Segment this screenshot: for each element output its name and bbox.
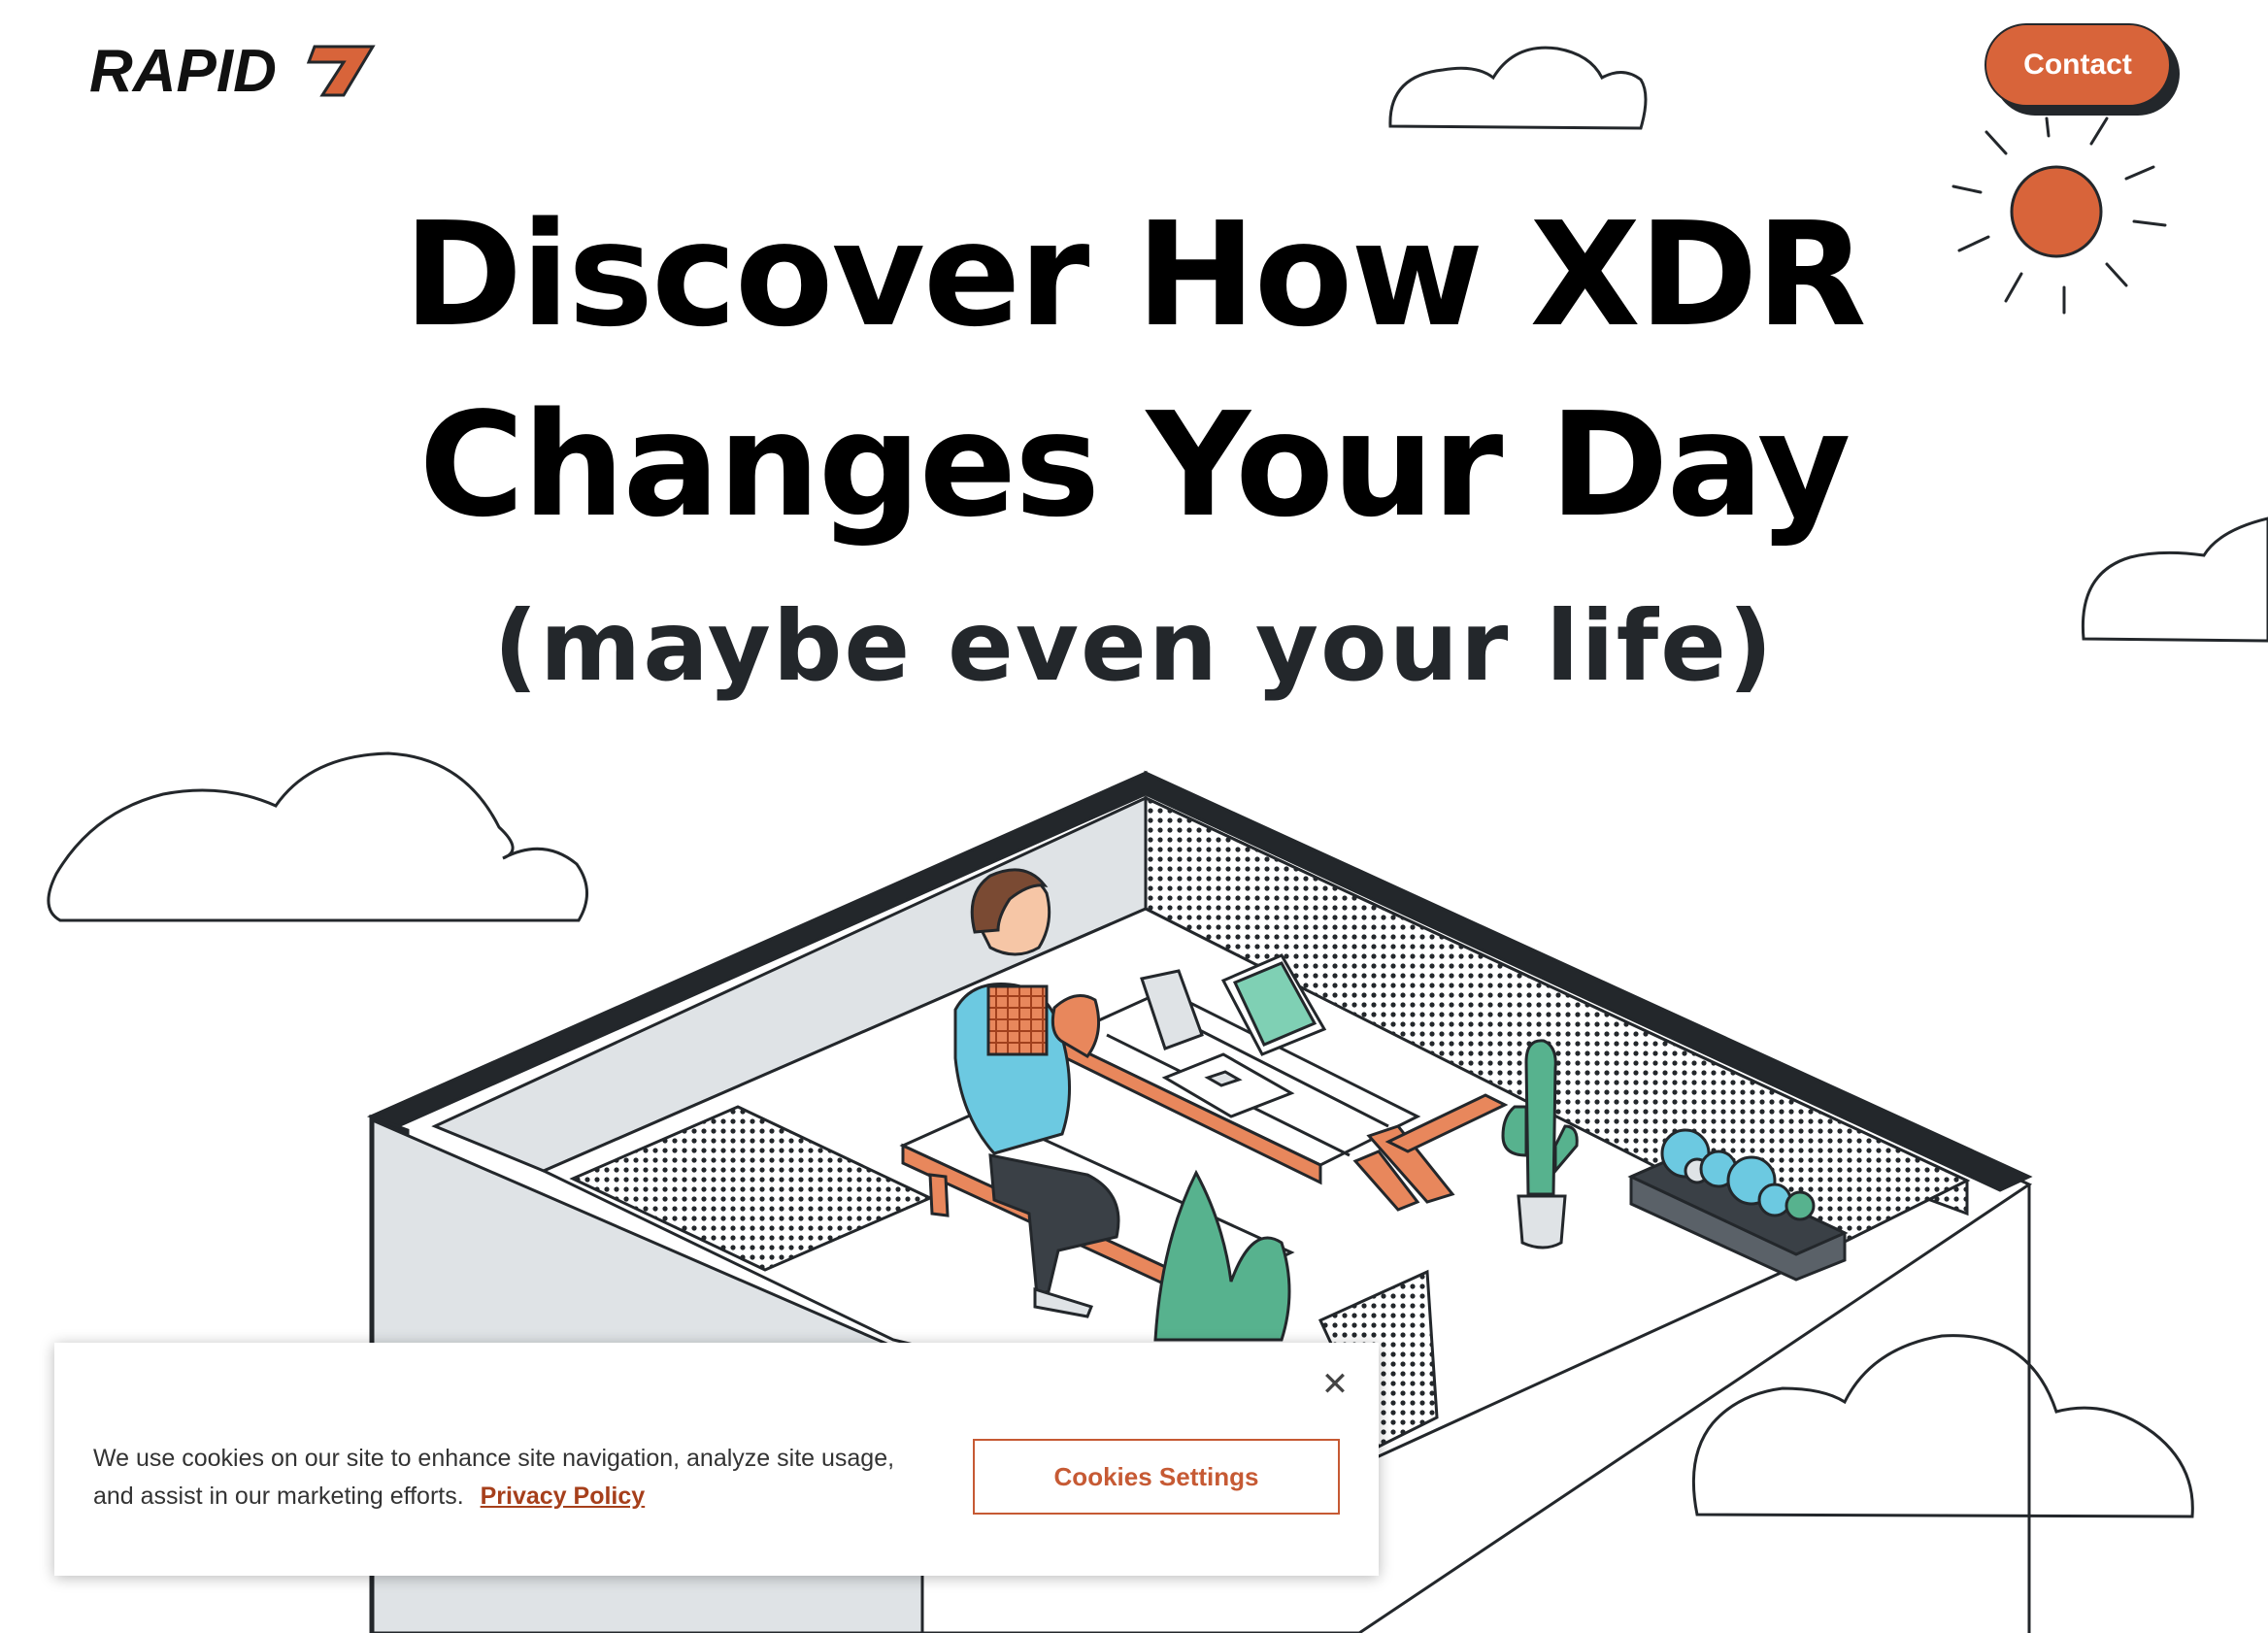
cookies-settings-button[interactable]: Cookies Settings bbox=[973, 1439, 1340, 1515]
hero-headline: Discover How XDR Changes Your Day bbox=[0, 180, 2268, 560]
svg-text:RAPID: RAPID bbox=[89, 38, 277, 105]
rapid7-logo[interactable]: RAPID bbox=[89, 37, 381, 105]
hero-subheadline: (maybe even your life) bbox=[493, 589, 1775, 703]
cloud-bottom-right-icon bbox=[1691, 1334, 2194, 1518]
contact-button[interactable]: Contact bbox=[1984, 23, 2171, 107]
cookie-banner: ✕ We use cookies on our site to enhance … bbox=[54, 1343, 1379, 1576]
cookie-message: We use cookies on our site to enhance si… bbox=[93, 1440, 928, 1516]
logo-seven-mark bbox=[306, 45, 376, 97]
cloud-left-icon bbox=[47, 751, 588, 922]
close-icon[interactable]: ✕ bbox=[1318, 1365, 1351, 1404]
cloud-top-icon bbox=[1388, 46, 1648, 130]
headline-line-2: Changes Your Day bbox=[418, 382, 1851, 549]
headline-line-1: Discover How XDR bbox=[403, 191, 1866, 358]
privacy-policy-link[interactable]: Privacy Policy bbox=[481, 1483, 646, 1510]
